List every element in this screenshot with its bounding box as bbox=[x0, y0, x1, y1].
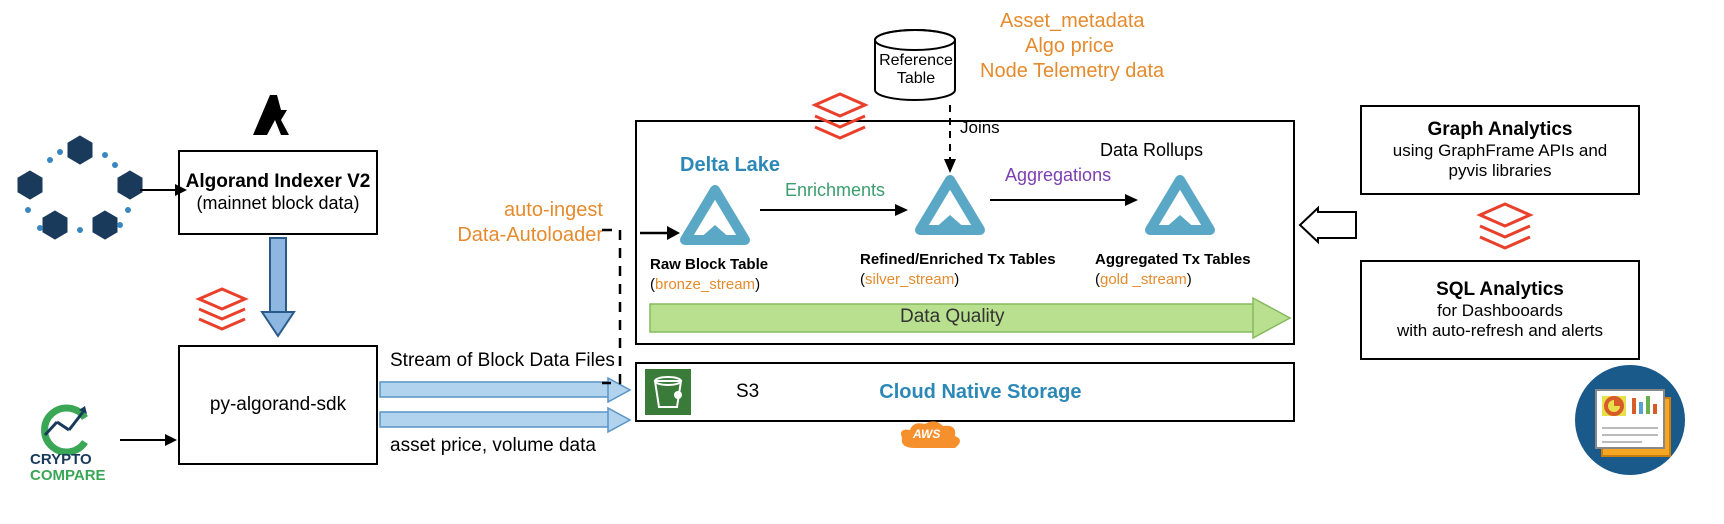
algorand-logo-icon bbox=[245, 90, 295, 140]
cryptocompare-icon bbox=[35, 400, 95, 455]
agg-t3: gold _stream bbox=[1100, 271, 1187, 288]
raw-table-caption: Raw Block Table (bronze_stream) bbox=[650, 255, 768, 294]
graph-title: Graph Analytics bbox=[1427, 119, 1572, 141]
agg-p2: ) bbox=[1187, 271, 1192, 288]
aggregations-label: Aggregations bbox=[1005, 165, 1111, 186]
sql-analytics-box: SQL Analytics for Dashbooards with auto-… bbox=[1360, 260, 1640, 360]
cryptocompare-label: CRYPTO COMPARE bbox=[30, 452, 106, 484]
crypto-l2: COMPARE bbox=[30, 467, 106, 484]
stream-arrow-top bbox=[380, 378, 630, 402]
sql-d2: with auto-refresh and alerts bbox=[1397, 321, 1603, 341]
crypto-l1: CRYPTO bbox=[30, 451, 92, 468]
py-algorand-sdk-box: py-algorand-sdk bbox=[178, 345, 378, 465]
databricks-icon bbox=[195, 285, 250, 340]
asset-metadata-label: Asset_metadata bbox=[1000, 10, 1145, 33]
joins-label: Joins bbox=[960, 118, 1000, 138]
cloud-storage-box: S3 Cloud Native Storage bbox=[635, 362, 1295, 422]
raw-t3: bronze_stream bbox=[655, 276, 755, 293]
refined-t3: silver_stream bbox=[865, 271, 954, 288]
autoloader-l1: auto-ingest bbox=[504, 199, 603, 221]
delta-lake-title: Delta Lake bbox=[680, 154, 780, 177]
stream-arrow-bottom bbox=[380, 408, 630, 432]
node-telemetry-label: Node Telemetry data bbox=[980, 60, 1164, 83]
raw-p2: ) bbox=[755, 276, 760, 293]
arrow-aggs bbox=[990, 190, 1140, 210]
sql-title: SQL Analytics bbox=[1436, 279, 1564, 301]
enrichments-label: Enrichments bbox=[785, 180, 885, 201]
autoloader-l2: Data-Autoloader bbox=[457, 224, 603, 246]
agg-table-caption: Aggregated Tx Tables (gold _stream) bbox=[1095, 250, 1251, 289]
indexer-subtitle: (mainnet block data) bbox=[196, 193, 359, 214]
agg-t1: Aggregated Tx Tables bbox=[1095, 251, 1251, 268]
s3-bucket-icon bbox=[645, 369, 691, 415]
databricks-icon-delta bbox=[810, 90, 870, 145]
autoloader-label: auto-ingest Data-Autoloader bbox=[443, 198, 603, 248]
databricks-icon-right bbox=[1475, 200, 1535, 255]
delta-icon-refined bbox=[915, 175, 985, 235]
delta-icon-agg bbox=[1145, 175, 1215, 235]
stream-label-bottom: asset price, volume data bbox=[390, 435, 596, 457]
refined-t1: Refined/Enriched Tx Tables bbox=[860, 251, 1056, 268]
s3-label: S3 bbox=[736, 381, 759, 403]
delta-icon-raw bbox=[680, 185, 750, 245]
arrow-to-analytics bbox=[1298, 208, 1358, 242]
algorand-indexer-box: Algorand Indexer V2 (mainnet block data) bbox=[178, 150, 378, 235]
algo-price-label: Algo price bbox=[1025, 35, 1114, 58]
arrow-to-indexer bbox=[140, 180, 190, 200]
data-rollups-label: Data Rollups bbox=[1100, 140, 1203, 161]
blockchain-network-icon bbox=[10, 130, 150, 250]
arrow-indexer-to-sdk bbox=[258, 238, 298, 338]
reference-table-label: Reference Table bbox=[877, 52, 955, 87]
indexer-title: Algorand Indexer V2 bbox=[186, 171, 371, 193]
sql-d1: for Dashbooards bbox=[1437, 301, 1563, 321]
arrow-into-delta bbox=[640, 223, 680, 243]
raw-t1: Raw Block Table bbox=[650, 256, 768, 273]
joins-dashed-arrow bbox=[940, 105, 960, 175]
stream-label-top: Stream of Block Data Files bbox=[390, 350, 615, 372]
graph-desc: using GraphFrame APIs and pyvis librarie… bbox=[1372, 141, 1628, 181]
cloud-native-label: Cloud Native Storage bbox=[879, 381, 1081, 404]
graph-analytics-box: Graph Analytics using GraphFrame APIs an… bbox=[1360, 105, 1640, 195]
arrow-enrich bbox=[760, 200, 910, 220]
arrow-crypto-to-sdk bbox=[120, 430, 180, 450]
refined-table-caption: Refined/Enriched Tx Tables (silver_strea… bbox=[860, 250, 1056, 289]
dashboard-icon bbox=[1570, 360, 1690, 480]
aws-label: AWS bbox=[913, 427, 940, 441]
sdk-title: py-algorand-sdk bbox=[210, 394, 346, 416]
refined-p2: ) bbox=[954, 271, 959, 288]
data-quality-label: Data Quality bbox=[900, 306, 1005, 328]
